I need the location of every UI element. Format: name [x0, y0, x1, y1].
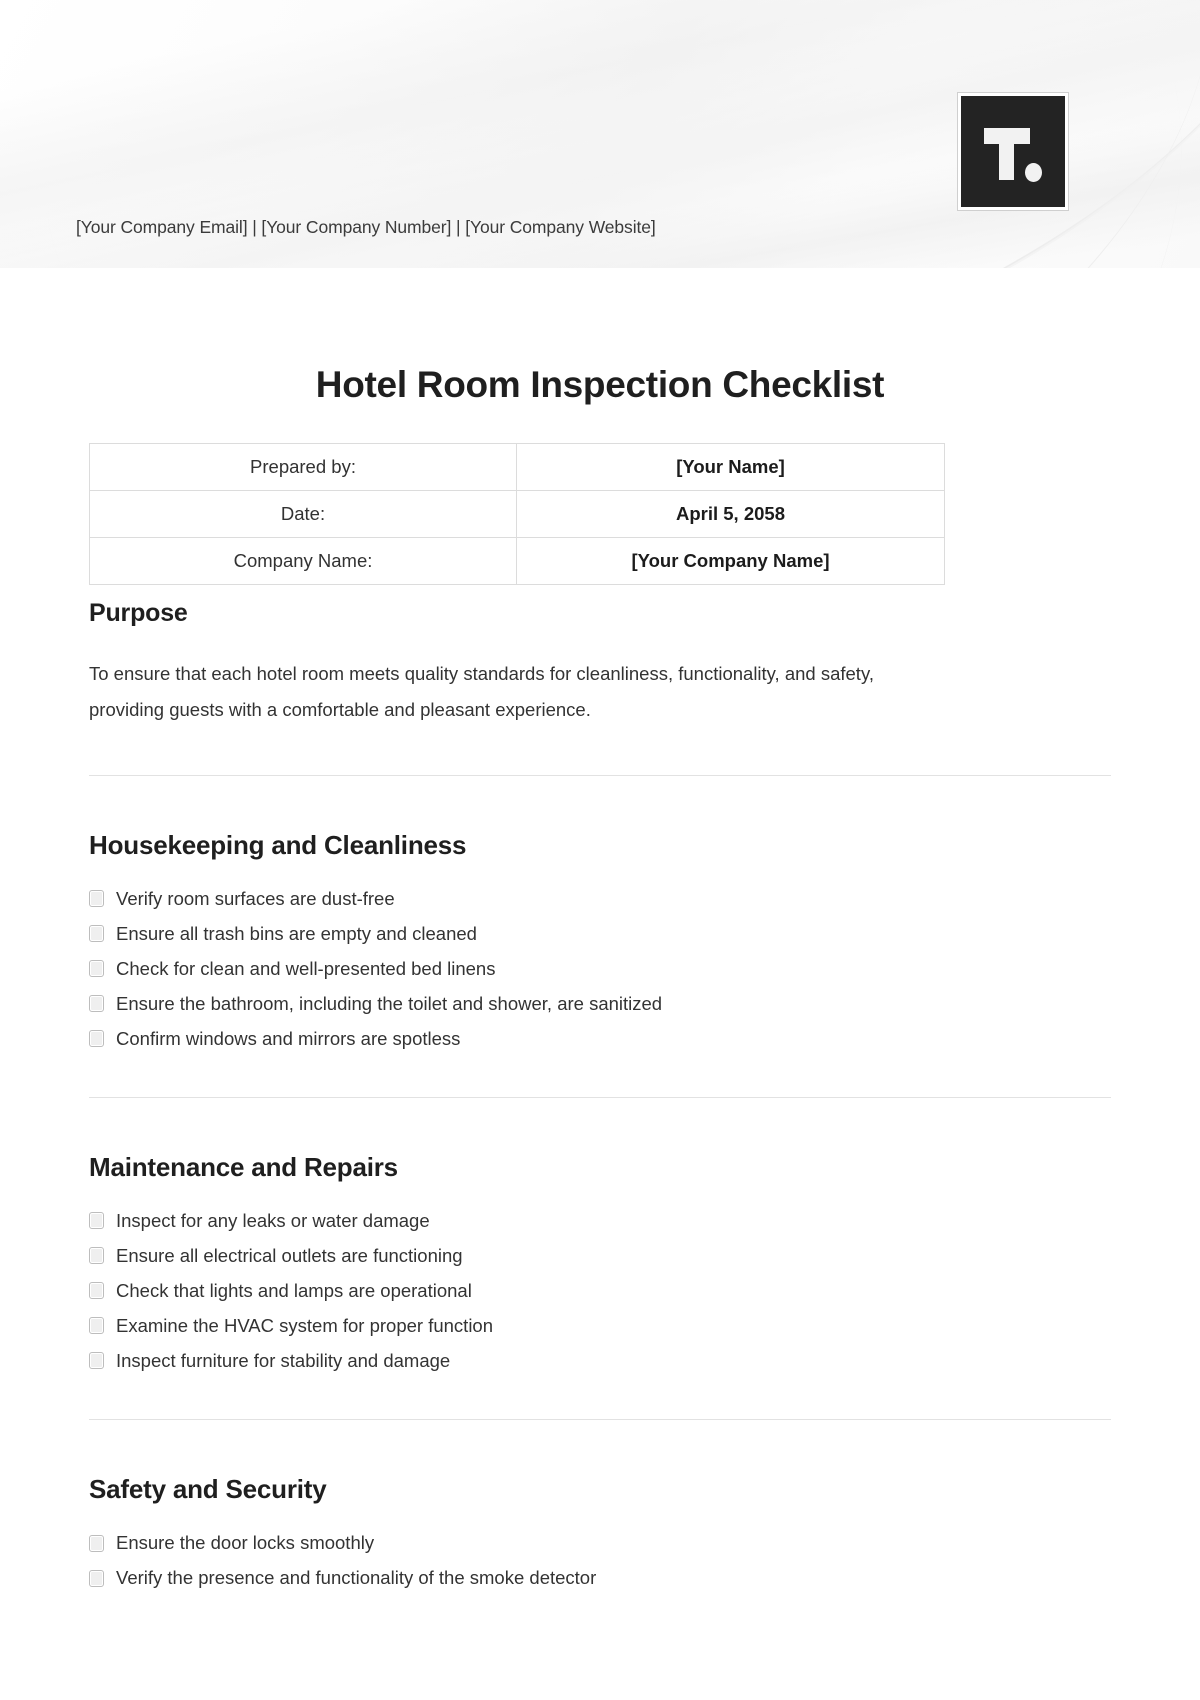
checklist-safety: Ensure the door locks smoothly Verify th… — [89, 1531, 1111, 1590]
section-divider — [89, 1418, 1111, 1420]
checkbox-icon[interactable] — [89, 1212, 104, 1230]
checklist-item-label: Check for clean and well-presented bed l… — [116, 957, 496, 979]
list-item[interactable]: Ensure all electrical outlets are functi… — [89, 1244, 1111, 1268]
checkbox-icon[interactable] — [89, 995, 104, 1013]
checklist-housekeeping: Verify room surfaces are dust-free Ensur… — [89, 887, 1111, 1051]
logo-period-dot — [1025, 162, 1042, 182]
section-heading-safety: Safety and Security — [89, 1473, 327, 1504]
checklist-item-label: Ensure all trash bins are empty and clea… — [116, 922, 477, 944]
list-item[interactable]: Check for clean and well-presented bed l… — [89, 957, 1111, 981]
logo-t-dot-icon — [982, 118, 1044, 186]
checkbox-icon[interactable] — [89, 1534, 104, 1552]
info-label-date: Date: — [89, 490, 517, 539]
checkbox-icon[interactable] — [89, 1352, 104, 1370]
checklist-item-label: Ensure all electrical outlets are functi… — [116, 1244, 463, 1266]
list-item[interactable]: Verify room surfaces are dust-free — [89, 887, 1111, 911]
list-item[interactable]: Inspect for any leaks or water damage — [89, 1209, 1111, 1233]
document-title: Hotel Room Inspection Checklist — [315, 364, 885, 405]
purpose-paragraph: To ensure that each hotel room meets qua… — [89, 663, 874, 721]
table-row: Company Name: [Your Company Name] — [89, 537, 945, 586]
checklist-item-label: Ensure the door locks smoothly — [116, 1531, 375, 1553]
section-housekeeping: Housekeeping and Cleanliness Verify room… — [89, 830, 1111, 1051]
list-item[interactable]: Ensure all trash bins are empty and clea… — [89, 922, 1111, 946]
info-value-date[interactable]: April 5, 2058 — [516, 490, 945, 539]
company-logo — [957, 92, 1069, 211]
checkbox-icon[interactable] — [89, 1569, 104, 1587]
checklist-item-label: Check that lights and lamps are operatio… — [116, 1279, 472, 1301]
checkbox-icon[interactable] — [89, 1282, 104, 1300]
checklist-item-label: Inspect furniture for stability and dama… — [116, 1349, 451, 1371]
info-value-company-name[interactable]: [Your Company Name] — [516, 537, 945, 586]
section-maintenance: Maintenance and Repairs Inspect for any … — [89, 1152, 1111, 1373]
checklist-item-label: Inspect for any leaks or water damage — [116, 1209, 430, 1231]
checkbox-icon[interactable] — [89, 890, 104, 908]
section-divider — [89, 774, 1111, 776]
section-heading-maintenance: Maintenance and Repairs — [89, 1151, 398, 1182]
page-header-banner: [Your Company Email] | [Your Company Num… — [0, 0, 1200, 268]
document-info-table: Prepared by: [Your Name] Date: April 5, … — [89, 443, 945, 586]
list-item[interactable]: Ensure the door locks smoothly — [89, 1531, 1111, 1555]
section-heading-housekeeping: Housekeeping and Cleanliness — [89, 829, 467, 860]
document-body: Hotel Room Inspection Checklist Prepared… — [0, 363, 1200, 1590]
checkbox-icon[interactable] — [89, 1247, 104, 1265]
info-label-prepared-by: Prepared by: — [89, 443, 517, 492]
list-item[interactable]: Confirm windows and mirrors are spotless — [89, 1027, 1111, 1051]
list-item[interactable]: Check that lights and lamps are operatio… — [89, 1279, 1111, 1303]
purpose-heading: Purpose — [89, 599, 188, 628]
table-row: Prepared by: [Your Name] — [89, 443, 945, 492]
checklist-item-label: Verify room surfaces are dust-free — [116, 887, 395, 909]
checklist-item-label: Ensure the bathroom, including the toile… — [116, 992, 663, 1014]
checkbox-icon[interactable] — [89, 1317, 104, 1335]
checkbox-icon[interactable] — [89, 960, 104, 978]
checklist-item-label: Confirm windows and mirrors are spotless — [116, 1027, 461, 1049]
checkbox-icon[interactable] — [89, 1030, 104, 1048]
checkbox-icon[interactable] — [89, 925, 104, 943]
info-label-company-name: Company Name: — [89, 537, 517, 586]
info-value-prepared-by[interactable]: [Your Name] — [516, 443, 945, 492]
list-item[interactable]: Examine the HVAC system for proper funct… — [89, 1314, 1111, 1338]
list-item[interactable]: Verify the presence and functionality of… — [89, 1566, 1111, 1590]
checklist-item-label: Verify the presence and functionality of… — [116, 1567, 597, 1589]
checklist-maintenance: Inspect for any leaks or water damage En… — [89, 1209, 1111, 1373]
table-row: Date: April 5, 2058 — [89, 490, 945, 539]
checklist-item-label: Examine the HVAC system for proper funct… — [116, 1314, 494, 1336]
list-item[interactable]: Inspect furniture for stability and dama… — [89, 1349, 1111, 1373]
list-item[interactable]: Ensure the bathroom, including the toile… — [89, 992, 1111, 1016]
section-divider — [89, 1096, 1111, 1098]
logo-t-stem — [999, 127, 1014, 180]
section-safety: Safety and Security Ensure the door lock… — [89, 1474, 1111, 1590]
company-contact-line: [Your Company Email] | [Your Company Num… — [76, 217, 656, 237]
